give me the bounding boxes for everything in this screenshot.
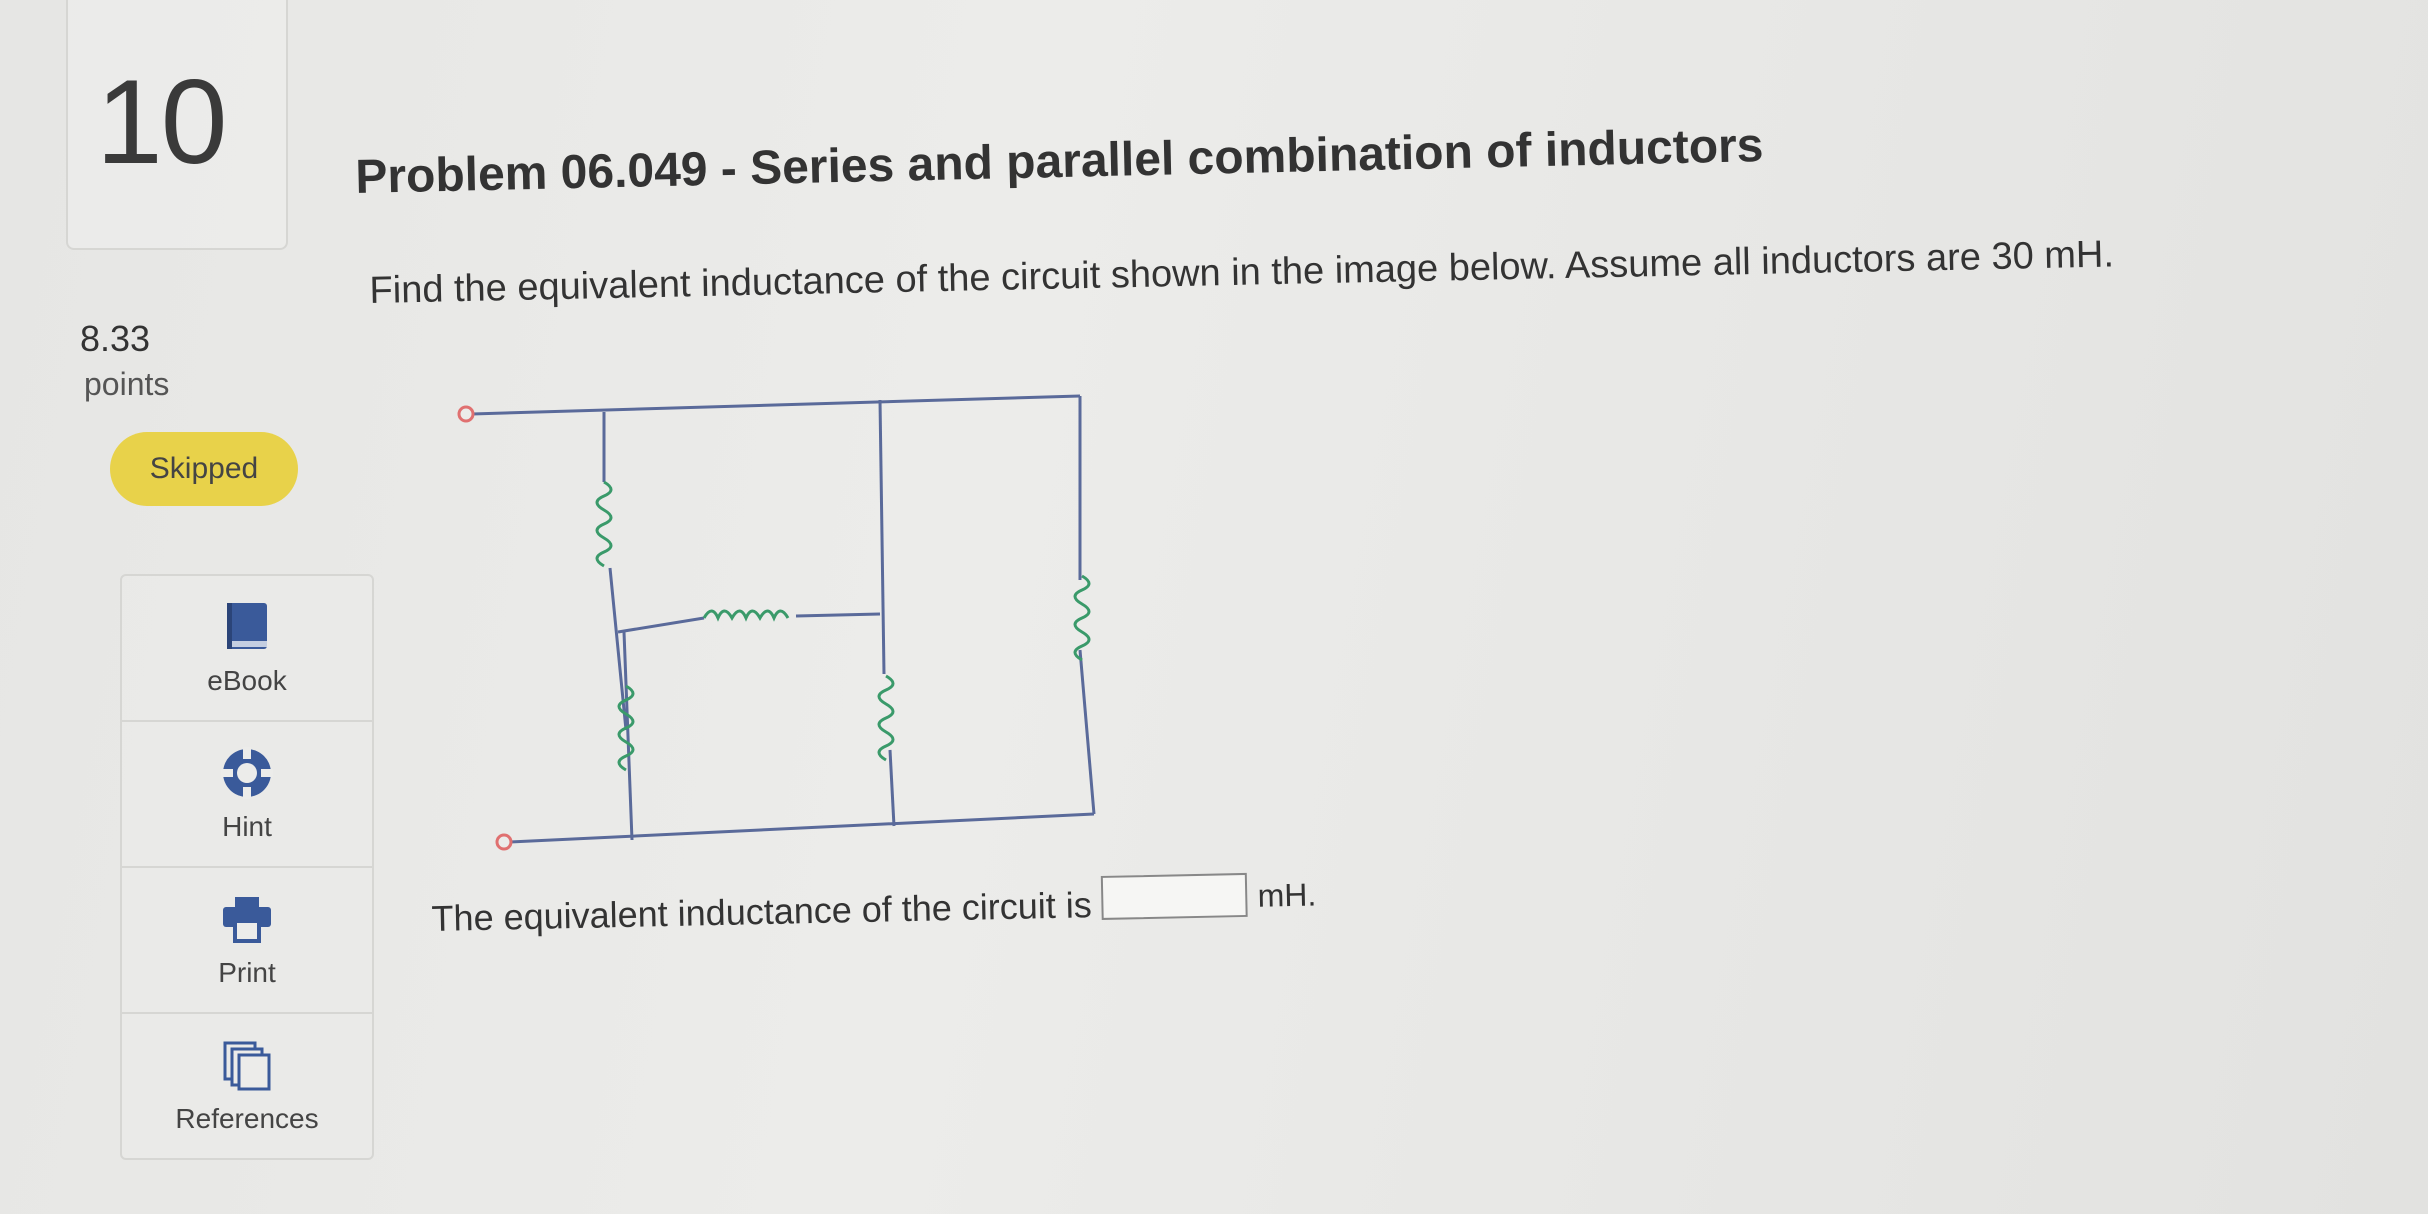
references-button[interactable]: References (122, 1014, 372, 1158)
print-button[interactable]: Print (122, 868, 372, 1014)
print-label: Print (218, 957, 276, 988)
lifebuoy-icon (221, 747, 273, 799)
ebook-label: eBook (207, 665, 287, 696)
answer-prefix: The equivalent inductance of the circuit… (431, 884, 1093, 940)
wire-bottom (509, 812, 1095, 844)
problem-title: Problem 06.049 - Series and parallel com… (354, 119, 1765, 205)
terminal-top (457, 405, 475, 423)
wire-mid-vertical-bottom (888, 749, 896, 827)
status-badge: Skipped (110, 432, 298, 506)
documents-icon (223, 1041, 271, 1091)
points-label: points (84, 366, 170, 402)
hint-button[interactable]: Hint (122, 722, 372, 868)
printer-icon (223, 897, 271, 943)
wire-mid-right (795, 612, 881, 618)
book-icon (227, 603, 267, 649)
circuit-diagram (457, 394, 1096, 851)
ebook-button[interactable]: eBook (122, 576, 372, 722)
problem-prompt: Find the equivalent inductance of the ci… (369, 233, 2115, 313)
inductor-L1 (595, 480, 613, 568)
wire-mid-vertical-top (878, 399, 886, 675)
wire-left-c (622, 631, 634, 841)
inductor-L5 (1073, 574, 1091, 662)
hint-label: Hint (222, 811, 272, 842)
inductor-L2 (617, 684, 635, 772)
tools-panel: eBook Hint Print References (120, 574, 374, 1160)
references-label: References (175, 1103, 319, 1134)
inductor-L4 (877, 674, 895, 762)
wire-right-lower (1078, 649, 1096, 815)
wire-mid-left (617, 616, 705, 634)
answer-unit: mH. (1257, 876, 1317, 914)
answer-input[interactable] (1101, 872, 1249, 920)
points-value: 8.33 (80, 318, 151, 359)
question-number: 10 (96, 55, 227, 189)
wire-top (471, 394, 1081, 416)
answer-row: The equivalent inductance of the circuit… (431, 871, 1317, 940)
terminal-bottom (495, 833, 513, 851)
inductor-L3 (702, 609, 790, 622)
